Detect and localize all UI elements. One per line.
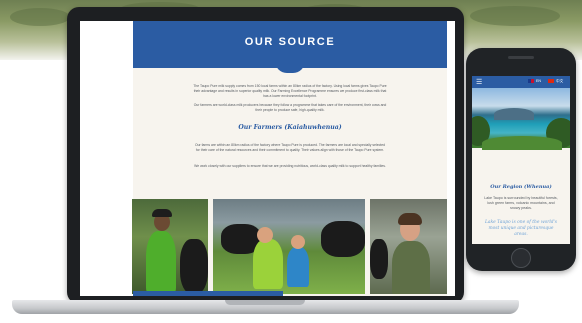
lang-cn-link[interactable]: 中文 — [556, 79, 563, 84]
laptop-screen: OUR SOURCE The Taupo Pure milk supply co… — [80, 21, 455, 296]
farmer-photo-1 — [132, 199, 208, 294]
region-section-title: Our Region (Whenua) — [490, 184, 552, 190]
flag-cn-icon[interactable] — [548, 79, 554, 83]
lang-en-link[interactable]: EN — [536, 79, 541, 83]
farmers-paragraph-2: We work closely with our suppliers to en… — [194, 164, 386, 168]
laptop-notch — [225, 300, 305, 305]
farmers-section-title: Our Farmers (Kaiahuwhenua) — [238, 124, 342, 131]
phone-speaker — [508, 56, 534, 59]
farmers-with-cows-photo — [213, 199, 365, 294]
flag-nz-icon[interactable] — [528, 79, 534, 83]
lake-taupo-photo — [472, 88, 570, 150]
phone-screen: ☰ EN 中文 Our Region (Whenua) Lake Taupo i… — [472, 76, 570, 244]
phone-nav-bar: ☰ EN 中文 — [472, 76, 570, 88]
farmer-photo-3 — [370, 199, 447, 294]
website-page: OUR SOURCE The Taupo Pure milk supply co… — [132, 21, 447, 296]
phone-home-button[interactable] — [511, 248, 531, 268]
farmers-paragraph-1: Our farms are within an 80km radius of t… — [194, 143, 386, 152]
region-quote: Lake Taupo is one of the world's most un… — [484, 220, 557, 237]
footer-accent-bar — [133, 291, 283, 296]
region-paragraph: Lake Taupo is surrounded by beautiful fo… — [484, 196, 558, 210]
intro-paragraph-1: The Taupo Pure milk supply comes from 15… — [193, 84, 387, 98]
page-title: OUR SOURCE — [244, 36, 336, 48]
phone-frame: ☰ EN 中文 Our Region (Whenua) Lake Taupo i… — [466, 48, 576, 271]
hamburger-menu-icon[interactable]: ☰ — [476, 79, 482, 86]
header-wave-decoration — [275, 61, 305, 73]
intro-paragraph-2: Our farmers are world-class milk produce… — [193, 103, 387, 112]
